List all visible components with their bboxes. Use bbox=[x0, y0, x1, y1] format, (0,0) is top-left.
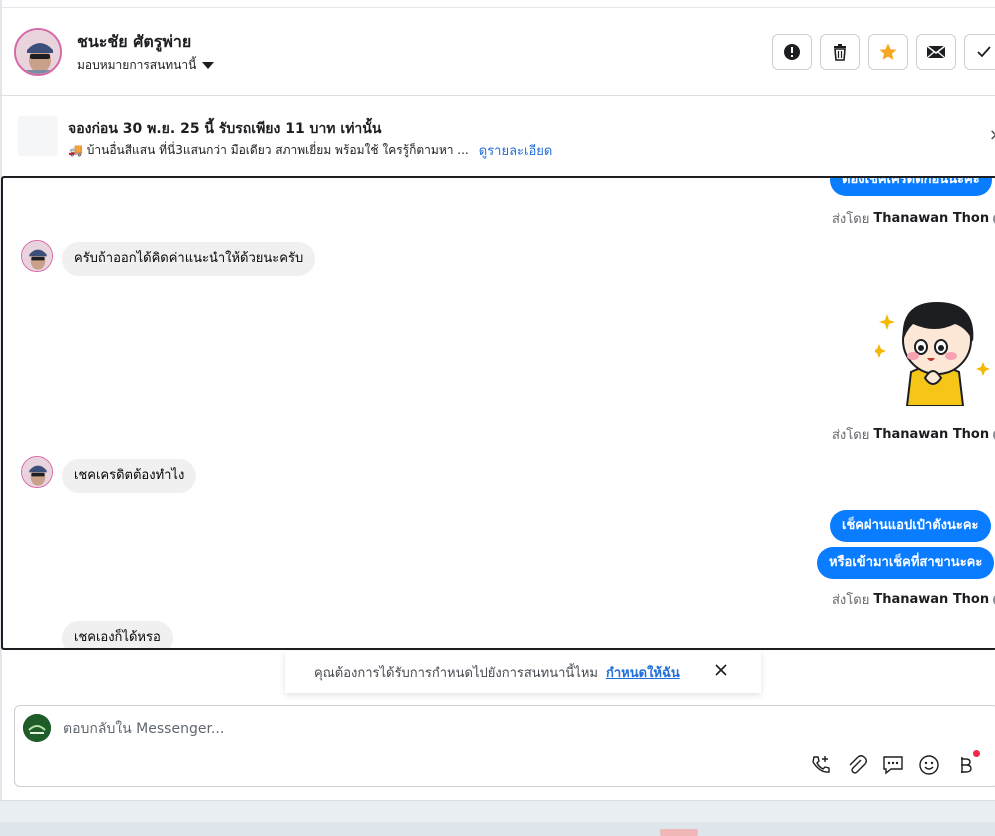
page-avatar bbox=[23, 714, 51, 742]
mark-unread-button[interactable] bbox=[916, 34, 956, 70]
agent-name: Thanawan Thon bbox=[873, 427, 990, 442]
mark-spam-button[interactable] bbox=[772, 34, 812, 70]
ad-title: จองก่อน 30 พ.ย. 25 นี้ รับรถเพียง 11 บาท… bbox=[68, 121, 382, 137]
trash-icon bbox=[834, 44, 846, 61]
delete-button[interactable] bbox=[820, 34, 860, 70]
check-icon bbox=[977, 46, 991, 58]
ad-description: 🚚 บ้านอื่นสีแสน ที่นี่3แสนกว่า มือเดียว … bbox=[68, 143, 469, 157]
sent-by-prefix: ส่งโดย bbox=[832, 428, 870, 443]
assign-to-me-link[interactable]: กำหนดให้ฉัน bbox=[606, 662, 680, 683]
taskbar-indicator bbox=[660, 829, 698, 836]
sparkle-icon bbox=[879, 314, 895, 330]
baht-icon bbox=[961, 757, 972, 773]
sent-by-label: ส่งโดย Thanawan Thon ? bbox=[832, 208, 995, 229]
sent-by-label: ส่งโดย Thanawan Thon ? bbox=[832, 424, 995, 445]
message-thread[interactable]: ต้องเช็คเครดิตก่อนนะคะ ส่งโดย Thanawan T… bbox=[1, 176, 995, 650]
saved-replies-button[interactable] bbox=[882, 754, 904, 776]
assign-dropdown[interactable]: มอบหมายการสนทนานี้ bbox=[77, 56, 215, 75]
ad-thumbnail bbox=[18, 116, 58, 156]
conversation-header: ชนะชัย ศัตรูพ่าย มอบหมายการสนทนานี้ bbox=[0, 8, 995, 96]
emoji-icon bbox=[919, 755, 939, 775]
message-incoming: เชคเองก็ได้หรอ bbox=[62, 621, 173, 648]
top-rule bbox=[0, 0, 995, 8]
ad-details-link[interactable]: ดูรายละเอียด bbox=[479, 140, 553, 161]
assign-prompt-text: คุณต้องการได้รับการกำหนดไปยังการสนทนานี้… bbox=[314, 665, 598, 681]
avatar[interactable] bbox=[14, 28, 62, 76]
alert-icon bbox=[784, 44, 800, 60]
ad-description-row: 🚚 บ้านอื่นสีแสน ที่นี่3แสนกว่า มือเดียว … bbox=[68, 140, 552, 161]
agent-name: Thanawan Thon bbox=[873, 592, 990, 607]
mail-icon bbox=[926, 45, 946, 59]
sparkle-icon bbox=[872, 344, 886, 358]
reply-composer bbox=[14, 705, 995, 787]
message-outgoing: หรือเข้ามาเช็คที่สาขานะคะ bbox=[817, 547, 995, 579]
sent-by-prefix: ส่งโดย bbox=[832, 593, 870, 608]
payment-button[interactable] bbox=[954, 750, 980, 776]
chat-bubble-icon bbox=[883, 756, 903, 775]
message-incoming: เชคเครดิตต้องทำไง bbox=[62, 459, 197, 493]
sparkle-icon bbox=[976, 362, 990, 376]
assign-prompt: คุณต้องการได้รับการกำหนดไปยังการสนทนานี้… bbox=[285, 651, 761, 693]
sticker-image bbox=[872, 294, 993, 407]
composer-tools bbox=[810, 750, 980, 776]
attach-button[interactable] bbox=[846, 754, 868, 776]
notification-dot bbox=[973, 750, 980, 757]
message-incoming: ครับถ้าออกได้คิดค่าแนะนำให้ด้วยนะครับ bbox=[62, 242, 316, 276]
reply-input[interactable] bbox=[63, 718, 763, 740]
close-icon[interactable]: × bbox=[989, 125, 995, 144]
message-outgoing: ต้องเช็คเครดิตก่อนนะคะ bbox=[830, 178, 992, 196]
chevron-down-icon bbox=[202, 62, 215, 69]
call-button[interactable] bbox=[810, 754, 832, 776]
sent-by-label: ส่งโดย Thanawan Thon ? bbox=[832, 589, 995, 610]
sent-by-prefix: ส่งโดย bbox=[832, 212, 870, 227]
star-button[interactable] bbox=[868, 34, 908, 70]
header-actions bbox=[772, 34, 995, 70]
mark-done-button[interactable] bbox=[964, 34, 995, 70]
agent-name: Thanawan Thon bbox=[873, 211, 990, 226]
contact-name: ชนะชัย ศัตรูพ่าย bbox=[77, 32, 192, 51]
close-icon[interactable] bbox=[712, 661, 730, 679]
contact-avatar bbox=[21, 240, 53, 272]
phone-add-icon bbox=[812, 756, 830, 773]
emoji-button[interactable] bbox=[918, 754, 940, 776]
assign-label: มอบหมายการสนทนานี้ bbox=[77, 58, 197, 72]
contact-avatar bbox=[21, 456, 53, 488]
message-outgoing: เช็คผ่านแอปเป๋าตังนะคะ bbox=[830, 510, 991, 542]
ad-context-banner: จองก่อน 30 พ.ย. 25 นี้ รับรถเพียง 11 บาท… bbox=[0, 97, 995, 175]
taskbar bbox=[0, 822, 995, 836]
paperclip-icon bbox=[849, 755, 867, 774]
star-icon bbox=[879, 43, 897, 60]
